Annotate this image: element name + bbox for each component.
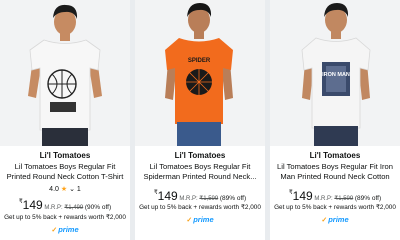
checkmark-icon: ✓: [321, 217, 328, 224]
price-row: ₹149 M.R.P: ₹1,599 (89% off): [270, 189, 400, 203]
mrp-value: ₹1,499: [64, 205, 84, 211]
brand-name: Li'l Tomatoes: [39, 151, 91, 160]
cashback-offer: Get up to 5% back + rewards worth ₹2,000: [4, 214, 126, 221]
product-title-link[interactable]: Lil Tomatoes Boys Regular Fit Iron Man P…: [274, 162, 396, 182]
mrp-value: ₹1,599: [199, 196, 219, 202]
prime-badge: ✓prime: [51, 225, 79, 234]
checkmark-icon: ✓: [51, 227, 58, 234]
product-title-link[interactable]: Lil Tomatoes Boys Regular Fit Printed Ro…: [4, 162, 126, 182]
brand-name: Li'l Tomatoes: [174, 151, 226, 160]
price-row: ₹149 M.R.P: ₹1,499 (90% off): [0, 198, 130, 212]
rating-row[interactable]: 4.0 ★ ⌄ 1: [0, 185, 130, 193]
mrp-label: M.R.P:: [179, 196, 198, 202]
price: 149: [22, 198, 43, 212]
discount: (90% off): [84, 204, 112, 211]
product-card[interactable]: SPIDER Li'l Tomatoes Lil Tomatoes Boys R…: [135, 0, 265, 240]
shirt-print-text: IRON MAN: [322, 72, 350, 78]
price-row: ₹149 M.R.P: ₹1,599 (89% off): [135, 189, 265, 203]
checkmark-icon: ✓: [186, 217, 193, 224]
model-photo: IRON MAN: [301, 3, 371, 146]
prime-badge: ✓prime: [321, 215, 349, 224]
mrp-value: ₹1,599: [334, 196, 354, 202]
discount: (89% off): [354, 195, 382, 202]
cashback-offer: Get up to 5% back + rewards worth ₹2,000: [274, 204, 396, 211]
mrp-label: M.R.P:: [44, 205, 63, 211]
cashback-offer: Get up to 5% back + rewards worth ₹2,000: [139, 204, 261, 211]
discount: (89% off): [219, 195, 247, 202]
rating-value: 4.0: [49, 186, 59, 193]
price: 149: [292, 189, 313, 203]
price: 149: [157, 189, 178, 203]
shirt-print-text: SPIDER: [188, 58, 211, 64]
product-title-link[interactable]: Lil Tomatoes Boys Regular Fit Spiderman …: [139, 162, 261, 182]
product-image[interactable]: SPIDER: [135, 0, 265, 146]
star-icon: ★: [60, 186, 68, 193]
review-count[interactable]: 1: [77, 186, 81, 193]
product-card[interactable]: IRON MAN Li'l Tomatoes Lil Tomatoes Boys…: [270, 0, 400, 240]
mrp-label: M.R.P:: [314, 196, 333, 202]
model-photo: SPIDER: [165, 3, 233, 146]
product-card[interactable]: Li'l Tomatoes Lil Tomatoes Boys Regular …: [0, 0, 130, 240]
prime-badge: ✓prime: [186, 215, 214, 224]
chevron-down-icon[interactable]: ⌄: [69, 186, 75, 193]
product-image[interactable]: IRON MAN: [270, 0, 400, 146]
product-image[interactable]: [0, 0, 130, 146]
model-photo: [28, 4, 102, 146]
brand-name: Li'l Tomatoes: [309, 151, 361, 160]
